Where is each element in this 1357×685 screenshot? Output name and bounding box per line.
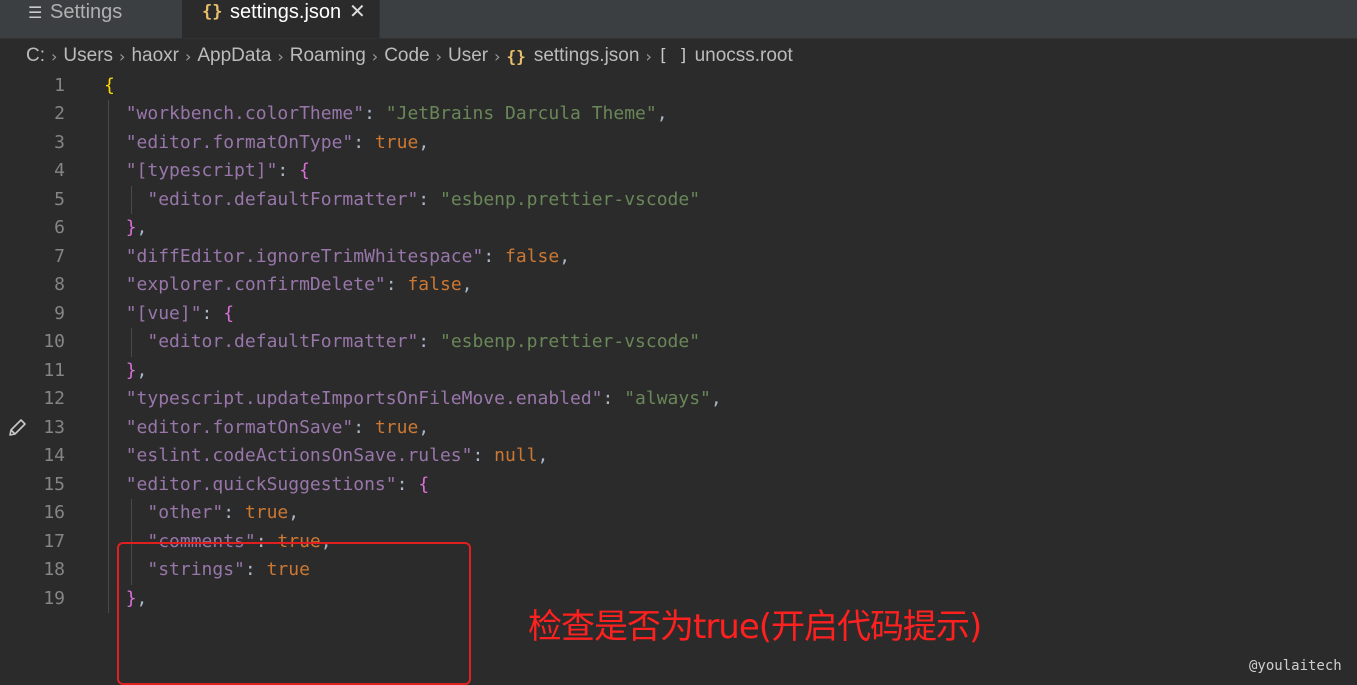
code-line[interactable]: }, xyxy=(104,357,148,386)
chevron-right-icon: › xyxy=(494,46,501,66)
line-number: 9 xyxy=(54,302,65,324)
code-line[interactable]: "editor.quickSuggestions": { xyxy=(104,471,429,500)
line-number: 14 xyxy=(43,445,65,466)
code-line[interactable]: "[vue]": { xyxy=(104,300,234,329)
line-number: 19 xyxy=(43,587,65,609)
breadcrumb-item[interactable]: Code xyxy=(384,45,429,67)
code-line[interactable]: "editor.formatOnSave": true, xyxy=(104,414,429,443)
code-line[interactable]: "other": true, xyxy=(104,499,299,528)
breadcrumb: C: › Users › haoxr › AppData › Roaming ›… xyxy=(0,39,1357,73)
line-number: 3 xyxy=(54,131,65,153)
code-line[interactable]: { xyxy=(104,72,115,101)
line-number-gutter: 1 2 3 4 5 6 7 8 9 10 11 12 13 14 15 16 17 18 19 xyxy=(0,73,100,621)
code-line[interactable]: "explorer.confirmDelete": false, xyxy=(104,271,473,300)
line-number: 5 xyxy=(54,188,65,210)
code-line[interactable]: "workbench.colorTheme": "JetBrains Darcu… xyxy=(104,100,668,129)
line-number: 17 xyxy=(43,530,65,552)
list-lines-icon: ☰ xyxy=(28,3,43,22)
breadcrumb-item[interactable]: Roaming xyxy=(290,45,366,67)
code-line[interactable]: "editor.defaultFormatter": "esbenp.prett… xyxy=(104,186,700,215)
breadcrumb-item[interactable]: C: xyxy=(26,45,45,67)
chevron-right-icon: › xyxy=(119,46,126,66)
chevron-right-icon: › xyxy=(277,46,284,66)
code-line[interactable]: "editor.formatOnType": true, xyxy=(104,129,429,158)
breadcrumb-item[interactable]: AppData xyxy=(197,45,271,67)
line-number: 4 xyxy=(54,160,65,181)
code-line[interactable]: }, xyxy=(104,214,148,243)
breadcrumb-item-file[interactable]: settings.json xyxy=(534,45,640,67)
line-number: 12 xyxy=(43,388,65,409)
code-editor[interactable]: 1 2 3 4 5 6 7 8 9 10 11 12 13 14 15 16 17 18 19 { "workben… xyxy=(0,72,1357,685)
annotation-highlight-box xyxy=(117,542,471,685)
line-number: 7 xyxy=(54,245,65,267)
annotation-text: 检查是否为true(开启代码提示) xyxy=(528,607,982,647)
tab-settings-json-label: settings.json xyxy=(230,1,342,23)
chevron-right-icon: › xyxy=(371,46,379,66)
code-line[interactable]: "[typescript]": { xyxy=(104,157,310,186)
line-number: 2 xyxy=(54,103,65,124)
pencil-icon xyxy=(9,418,26,436)
code-line[interactable]: "typescript.updateImportsOnFileMove.enab… xyxy=(104,385,722,414)
line-number: 11 xyxy=(43,359,65,381)
code-line[interactable]: "editor.defaultFormatter": "esbenp.prett… xyxy=(104,328,700,357)
close-icon[interactable]: ✕ xyxy=(349,0,366,25)
line-number: 18 xyxy=(43,559,65,580)
chevron-right-icon: › xyxy=(435,46,443,66)
tab-settings-json[interactable]: {} settings.json ✕ xyxy=(182,0,380,38)
line-number: 15 xyxy=(43,473,65,495)
breadcrumb-item[interactable]: haoxr xyxy=(131,45,179,67)
watermark: @youlaitech xyxy=(1249,658,1342,674)
json-braces-icon: {} xyxy=(202,2,223,22)
line-number: 16 xyxy=(43,502,65,523)
chevron-right-icon: › xyxy=(51,46,58,66)
tab-settings[interactable]: ☰ Settings xyxy=(0,0,182,38)
line-number: 8 xyxy=(54,274,65,295)
breadcrumb-item-symbol[interactable]: unocss.root xyxy=(695,45,793,67)
line-number: 1 xyxy=(54,74,65,96)
code-line[interactable]: "diffEditor.ignoreTrimWhitespace": false… xyxy=(104,243,570,272)
json-braces-icon: {} xyxy=(506,46,526,66)
tab-bar: ☰ Settings {} settings.json ✕ xyxy=(0,0,1357,39)
tab-settings-label: Settings xyxy=(50,1,123,23)
line-number: 6 xyxy=(54,217,65,238)
line-number: 10 xyxy=(43,331,65,352)
chevron-right-icon: › xyxy=(184,46,192,66)
array-brackets-icon: [ ] xyxy=(657,46,689,66)
code-line[interactable]: "eslint.codeActionsOnSave.rules": null, xyxy=(104,442,549,471)
chevron-right-icon: › xyxy=(645,46,652,66)
breadcrumb-item[interactable]: User xyxy=(448,45,488,67)
breadcrumb-item[interactable]: Users xyxy=(63,45,113,67)
